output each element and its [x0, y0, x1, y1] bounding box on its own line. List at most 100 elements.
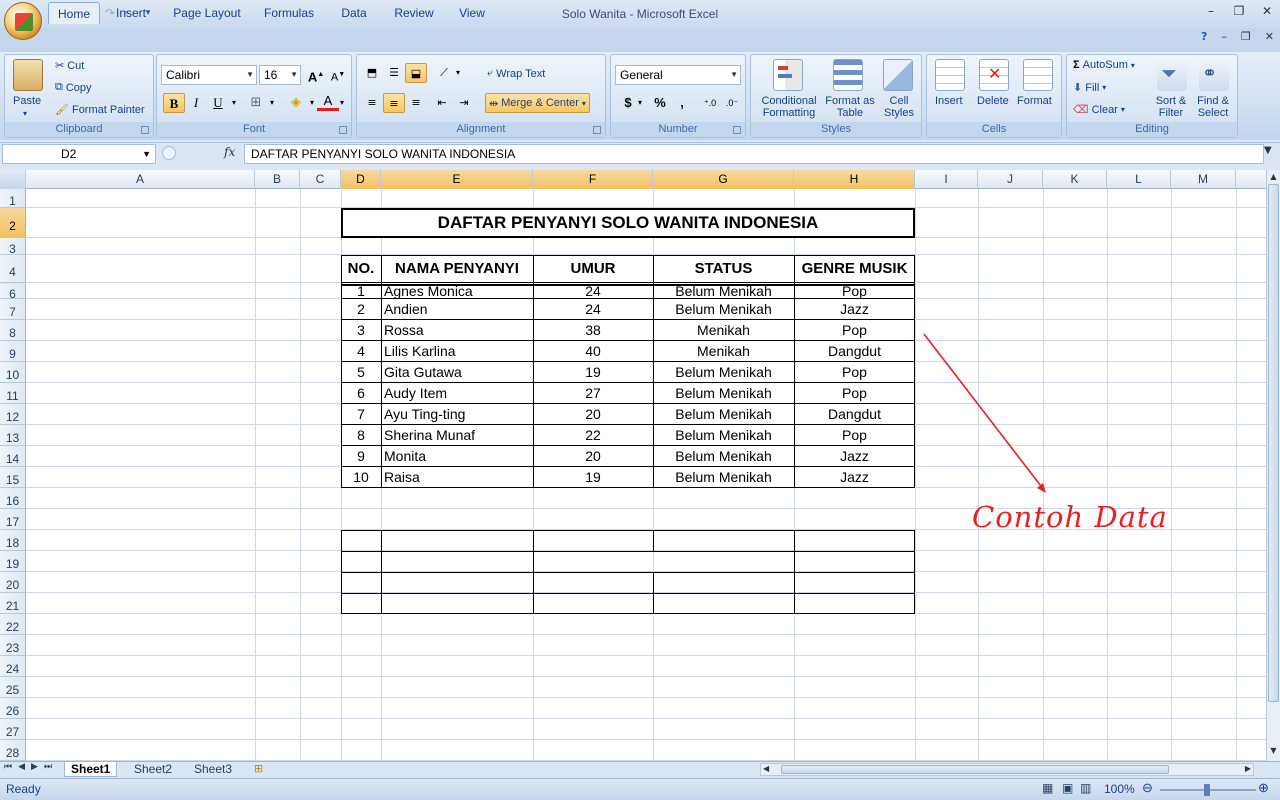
col-header-m[interactable]: M [1171, 170, 1236, 189]
table-row-cell[interactable]: 5 [341, 362, 381, 383]
table-row-cell[interactable]: Raisa [381, 467, 533, 488]
tab-review[interactable]: Review [388, 2, 440, 24]
table-row-cell[interactable]: Pop [794, 320, 915, 341]
table-row-cell[interactable]: Belum Menikah [653, 404, 794, 425]
clear-button[interactable]: ⌫ Clear ▾ [1073, 103, 1125, 117]
number-dialog-launcher-icon[interactable] [733, 126, 741, 134]
row-header-20[interactable]: 20 [0, 572, 26, 593]
table-row-cell[interactable]: 8 [341, 425, 381, 446]
fill-color-dropdown-icon[interactable]: ▾ [307, 93, 317, 113]
table-row-cell[interactable]: 19 [533, 467, 653, 488]
table-row-cell[interactable]: 10 [341, 467, 381, 488]
row-header-4[interactable]: 4 [0, 255, 26, 283]
table-row-cell[interactable]: 24 [533, 284, 653, 299]
format-painter-button[interactable]: 🖌 Format Painter [55, 103, 145, 117]
shrink-font-icon[interactable]: A▼ [327, 65, 349, 85]
decrease-indent-icon[interactable]: ⇤ [431, 93, 453, 113]
currency-dropdown-icon[interactable]: ▾ [635, 93, 645, 113]
zoom-in-icon[interactable]: ⊕ [1258, 780, 1269, 796]
row-header-17[interactable]: 17 [0, 509, 26, 530]
orientation-dropdown-icon[interactable]: ▾ [453, 63, 463, 83]
minimize-icon[interactable]: – [1204, 4, 1218, 18]
row-header-12[interactable]: 12 [0, 404, 26, 425]
table-row-cell[interactable]: 19 [533, 362, 653, 383]
table-row-cell[interactable]: 27 [533, 383, 653, 404]
sheet-tab-2[interactable]: Sheet2 [128, 762, 178, 777]
table-row-cell[interactable]: 38 [533, 320, 653, 341]
vertical-scrollbar[interactable]: ▲ ▼ [1266, 170, 1280, 761]
scroll-down-icon[interactable]: ▼ [1268, 746, 1279, 757]
scroll-up-icon[interactable]: ▲ [1268, 172, 1279, 183]
insert-cells-button[interactable]: Insert [935, 95, 963, 107]
italic-button[interactable]: I [185, 93, 207, 113]
binoculars-icon[interactable]: ⚭ [1199, 59, 1229, 91]
table-row-cell[interactable]: 24 [533, 299, 653, 320]
table-row-cell[interactable]: 40 [533, 341, 653, 362]
insert-cells-icon[interactable] [935, 59, 965, 91]
table-row-cell[interactable]: Rossa [381, 320, 533, 341]
office-button[interactable] [4, 2, 42, 40]
conditional-formatting-button[interactable]: Conditional Formatting [757, 95, 821, 119]
table-row-cell[interactable]: Pop [794, 383, 915, 404]
find-select-button[interactable]: Find & Select [1193, 95, 1233, 119]
close-icon[interactable]: ✕ [1260, 4, 1274, 18]
underline-dropdown-icon[interactable]: ▾ [229, 93, 239, 113]
row-header-13[interactable]: 13 [0, 425, 26, 446]
sort-filter-button[interactable]: Sort & Filter [1151, 95, 1191, 119]
table-row-cell[interactable]: Belum Menikah [653, 467, 794, 488]
formula-cancel-icon[interactable] [162, 146, 176, 160]
decrease-decimal-icon[interactable]: .0⁻ [721, 93, 743, 113]
paste-dropdown-icon[interactable]: ▾ [23, 109, 27, 118]
delete-cells-icon[interactable]: ✕ [979, 59, 1009, 91]
row-header-21[interactable]: 21 [0, 593, 26, 614]
formula-input[interactable]: DAFTAR PENYANYI SOLO WANITA INDONESIA [244, 144, 1264, 164]
col-header-j[interactable]: J [978, 170, 1043, 189]
sheet-tab-1[interactable]: Sheet1 [64, 762, 118, 777]
tab-page-layout[interactable]: Page Layout [166, 2, 248, 24]
tab-formulas[interactable]: Formulas [258, 2, 320, 24]
last-sheet-icon[interactable]: ⏭ [44, 762, 52, 772]
table-row-cell[interactable]: 20 [533, 446, 653, 467]
table-row-cell[interactable]: Gita Gutawa [381, 362, 533, 383]
row-header-14[interactable]: 14 [0, 446, 26, 467]
table-row-cell[interactable]: Pop [794, 284, 915, 299]
prev-sheet-icon[interactable]: ◀ [18, 762, 25, 772]
table-row-cell[interactable]: Monita [381, 446, 533, 467]
table-header-status[interactable]: STATUS [653, 255, 794, 283]
comma-button[interactable]: , [671, 93, 693, 113]
font-dialog-launcher-icon[interactable] [339, 126, 347, 134]
table-header-umur[interactable]: UMUR [533, 255, 653, 283]
col-header-e[interactable]: E [381, 170, 533, 189]
row-header-18[interactable]: 18 [0, 530, 26, 551]
table-row-cell[interactable]: Audy Item [381, 383, 533, 404]
table-row-cell[interactable]: Belum Menikah [653, 425, 794, 446]
cell-styles-icon[interactable] [883, 59, 913, 91]
table-row-cell[interactable]: Sherina Munaf [381, 425, 533, 446]
bold-button[interactable]: B [163, 93, 185, 113]
normal-view-icon[interactable]: ▦ [1042, 781, 1053, 795]
table-row-cell[interactable]: 6 [341, 383, 381, 404]
table-row-cell[interactable]: Andien [381, 299, 533, 320]
font-name-combo[interactable]: Calibri ▼ [161, 65, 257, 85]
table-row-cell[interactable]: 2 [341, 299, 381, 320]
col-header-g[interactable]: G [653, 170, 794, 189]
table-row-cell[interactable]: Jazz [794, 299, 915, 320]
increase-indent-icon[interactable]: ⇥ [453, 93, 475, 113]
col-header-i[interactable]: I [915, 170, 978, 189]
border-icon[interactable]: ⊞ [245, 93, 267, 113]
percent-button[interactable]: % [649, 93, 671, 113]
format-cells-icon[interactable] [1023, 59, 1053, 91]
table-header-nama-penyanyi[interactable]: NAMA PENYANYI [381, 255, 533, 283]
paste-button[interactable]: Paste [13, 95, 41, 107]
sort-filter-icon[interactable]: ⏷ [1157, 59, 1187, 91]
col-header-c[interactable]: C [300, 170, 341, 189]
row-header-19[interactable]: 19 [0, 551, 26, 572]
border-dropdown-icon[interactable]: ▾ [267, 93, 277, 113]
table-header-genre-musik[interactable]: GENRE MUSIK [794, 255, 915, 283]
tab-insert[interactable]: Insert [108, 2, 154, 24]
row-header-9[interactable]: 9 [0, 341, 26, 362]
sheet-title[interactable]: DAFTAR PENYANYI SOLO WANITA INDONESIA [341, 208, 915, 238]
next-sheet-icon[interactable]: ▶ [31, 762, 38, 772]
table-row-cell[interactable]: Dangdut [794, 341, 915, 362]
cut-button[interactable]: ✂ Cut [55, 59, 84, 73]
